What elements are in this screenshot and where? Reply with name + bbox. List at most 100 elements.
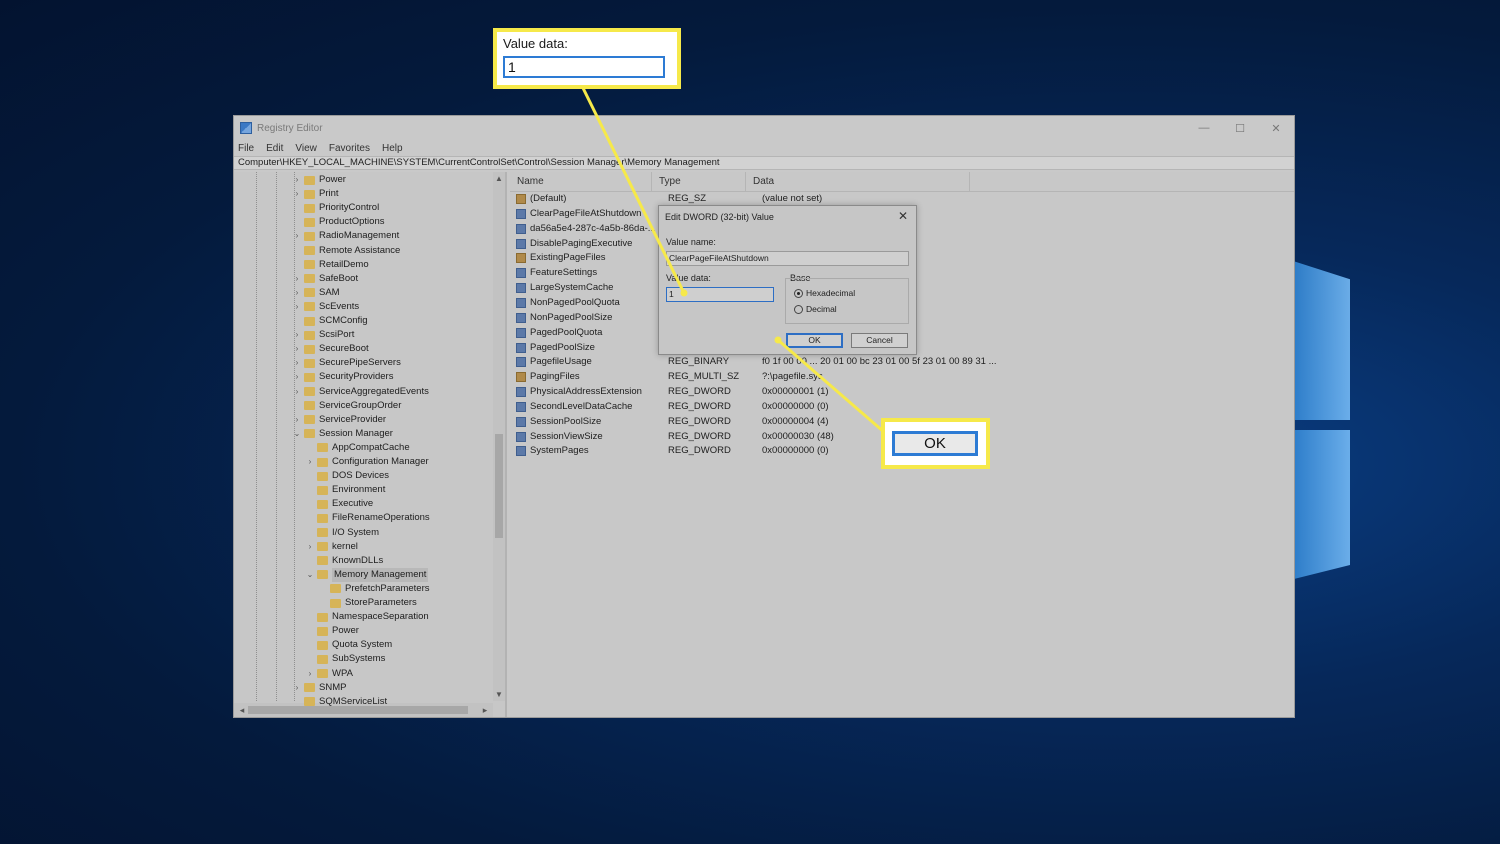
tree-item[interactable]: I/O System — [305, 526, 379, 540]
expand-chevron-icon[interactable]: › — [292, 385, 302, 399]
tree-item[interactable]: › Power — [292, 173, 346, 187]
expand-chevron-icon[interactable]: › — [292, 173, 302, 187]
expand-chevron-icon[interactable]: › — [292, 187, 302, 201]
tree-item[interactable]: DOS Devices — [305, 469, 389, 483]
expand-chevron-icon[interactable]: › — [292, 229, 302, 243]
tree-item[interactable]: › Configuration Manager — [305, 455, 429, 469]
expand-chevron-icon[interactable]: › — [305, 455, 315, 469]
value-name: NonPagedPoolSize — [530, 311, 613, 323]
expand-chevron-icon[interactable]: › — [292, 286, 302, 300]
tree-item[interactable]: PrefetchParameters — [318, 582, 429, 596]
list-row[interactable]: PagefileUsage REG_BINARY f0 1f 00 00 ... 2… — [514, 355, 1002, 369]
value-data-input[interactable]: 1 — [666, 287, 774, 302]
expand-chevron-icon[interactable]: › — [292, 328, 302, 342]
scroll-down-icon[interactable]: ▼ — [493, 690, 505, 699]
list-row[interactable]: PhysicalAddressExtension REG_DWORD 0x00000… — [514, 385, 1002, 399]
list-row[interactable]: PagingFiles REG_MULTI_SZ ?:\pagefile.sys — [514, 370, 1002, 384]
expand-chevron-icon[interactable]: › — [292, 300, 302, 314]
tree-item[interactable]: › SAM — [292, 286, 340, 300]
menu-help[interactable]: Help — [382, 143, 403, 154]
tree-item[interactable]: › SecureBoot — [292, 342, 369, 356]
menu-file[interactable]: File — [238, 143, 254, 154]
folder-icon — [304, 189, 315, 199]
tree-item[interactable]: SQMServiceList — [292, 695, 387, 709]
tree-item[interactable]: SCMConfig — [292, 314, 368, 328]
tree-item[interactable]: › Print — [292, 187, 339, 201]
tree-item[interactable]: Environment — [305, 483, 385, 497]
scroll-right-icon[interactable]: ▸ — [479, 703, 491, 717]
expand-chevron-icon[interactable]: › — [292, 681, 302, 695]
tree-item[interactable]: › SafeBoot — [292, 272, 358, 286]
minimize-icon[interactable]: — — [1186, 122, 1222, 135]
tree-item[interactable]: PriorityControl — [292, 201, 379, 215]
maximize-icon[interactable]: ☐ — [1222, 122, 1258, 135]
column-header-name[interactable]: Name — [510, 172, 652, 191]
tree-item[interactable]: StoreParameters — [318, 596, 417, 610]
menu-edit[interactable]: Edit — [266, 143, 283, 154]
tree-item-label: Power — [332, 625, 359, 637]
tree-item[interactable]: › ScsiPort — [292, 328, 355, 342]
column-header-type[interactable]: Type — [652, 172, 746, 191]
hexadecimal-radio[interactable]: Hexadecimal — [794, 288, 855, 298]
tree-item[interactable]: ⌄ Memory Management — [305, 567, 429, 582]
tree-item[interactable]: RetailDemo — [292, 258, 369, 272]
tree-item[interactable]: Quota System — [305, 638, 392, 652]
tree-item[interactable]: › SNMP — [292, 681, 347, 695]
column-header-data[interactable]: Data — [746, 172, 970, 191]
callout-ok-button[interactable]: OK — [892, 431, 978, 456]
tree-item[interactable]: Power — [305, 624, 359, 638]
list-row[interactable]: (Default) REG_SZ (value not set) — [514, 192, 1002, 206]
tree-item[interactable]: › SecurityProviders — [292, 370, 394, 384]
tree-item[interactable]: › RadioManagement — [292, 229, 400, 243]
expand-chevron-icon[interactable]: › — [305, 540, 315, 554]
tree-item[interactable]: › kernel — [305, 540, 358, 554]
expand-chevron-icon[interactable]: › — [292, 370, 302, 384]
expand-chevron-icon[interactable]: › — [292, 272, 302, 286]
list-row[interactable]: SecondLevelDataCache REG_DWORD 0x00000000 … — [514, 400, 1002, 414]
tree-item[interactable]: NamespaceSeparation — [305, 610, 429, 624]
expand-chevron-icon[interactable]: › — [305, 667, 315, 681]
value-type: REG_DWORD — [668, 415, 731, 427]
tree-item-label: NamespaceSeparation — [332, 611, 429, 623]
string-value-icon — [516, 372, 526, 383]
value-name-field[interactable]: ClearPageFileAtShutdown — [666, 251, 909, 266]
scroll-up-icon[interactable]: ▲ — [493, 174, 505, 183]
folder-icon — [317, 443, 328, 453]
tree-item[interactable]: ServiceGroupOrder — [292, 399, 401, 413]
tree-item[interactable]: FileRenameOperations — [305, 511, 430, 525]
desktop-windows-logo — [1290, 240, 1350, 600]
expand-chevron-icon[interactable]: › — [292, 342, 302, 356]
menu-favorites[interactable]: Favorites — [329, 143, 370, 154]
expand-chevron-icon[interactable]: ⌄ — [305, 568, 315, 582]
expand-chevron-icon[interactable]: › — [292, 356, 302, 370]
dialog-close-icon[interactable]: ✕ — [898, 209, 908, 223]
cancel-button[interactable]: Cancel — [851, 333, 908, 348]
base-group — [785, 278, 909, 324]
tree-item[interactable]: ⌄ Session Manager — [292, 427, 393, 441]
tree-item[interactable]: Executive — [305, 497, 373, 511]
tree-item[interactable]: Remote Assistance — [292, 244, 400, 258]
decimal-radio[interactable]: Decimal — [794, 304, 837, 314]
tree-item[interactable]: › WPA — [305, 667, 353, 681]
tree-item[interactable]: › SecurePipeServers — [292, 356, 401, 370]
folder-icon — [304, 401, 315, 411]
expand-chevron-icon[interactable]: › — [292, 413, 302, 427]
address-bar[interactable]: Computer\HKEY_LOCAL_MACHINE\SYSTEM\Curre… — [234, 156, 1294, 170]
callout-value-data-input[interactable]: 1 — [503, 56, 665, 78]
tree-item[interactable]: KnownDLLs — [305, 554, 383, 568]
tree-item[interactable]: ProductOptions — [292, 215, 384, 229]
binary-value-icon — [516, 431, 526, 442]
ok-button[interactable]: OK — [786, 333, 843, 348]
tree-vertical-scrollbar[interactable]: ▲ ▼ — [493, 172, 505, 701]
menu-view[interactable]: View — [295, 143, 317, 154]
tree-item[interactable]: › ScEvents — [292, 300, 359, 314]
tree-item[interactable]: SubSystems — [305, 652, 385, 666]
tree-scroll-thumb[interactable] — [495, 434, 503, 538]
value-name: LargeSystemCache — [530, 282, 614, 294]
close-icon[interactable]: ✕ — [1258, 122, 1294, 135]
tree-item[interactable]: › ServiceProvider — [292, 413, 386, 427]
scroll-left-icon[interactable]: ◂ — [236, 703, 248, 717]
tree-item[interactable]: › ServiceAggregatedEvents — [292, 385, 429, 399]
expand-chevron-icon[interactable]: ⌄ — [292, 427, 302, 441]
tree-item[interactable]: AppCompatCache — [305, 441, 410, 455]
